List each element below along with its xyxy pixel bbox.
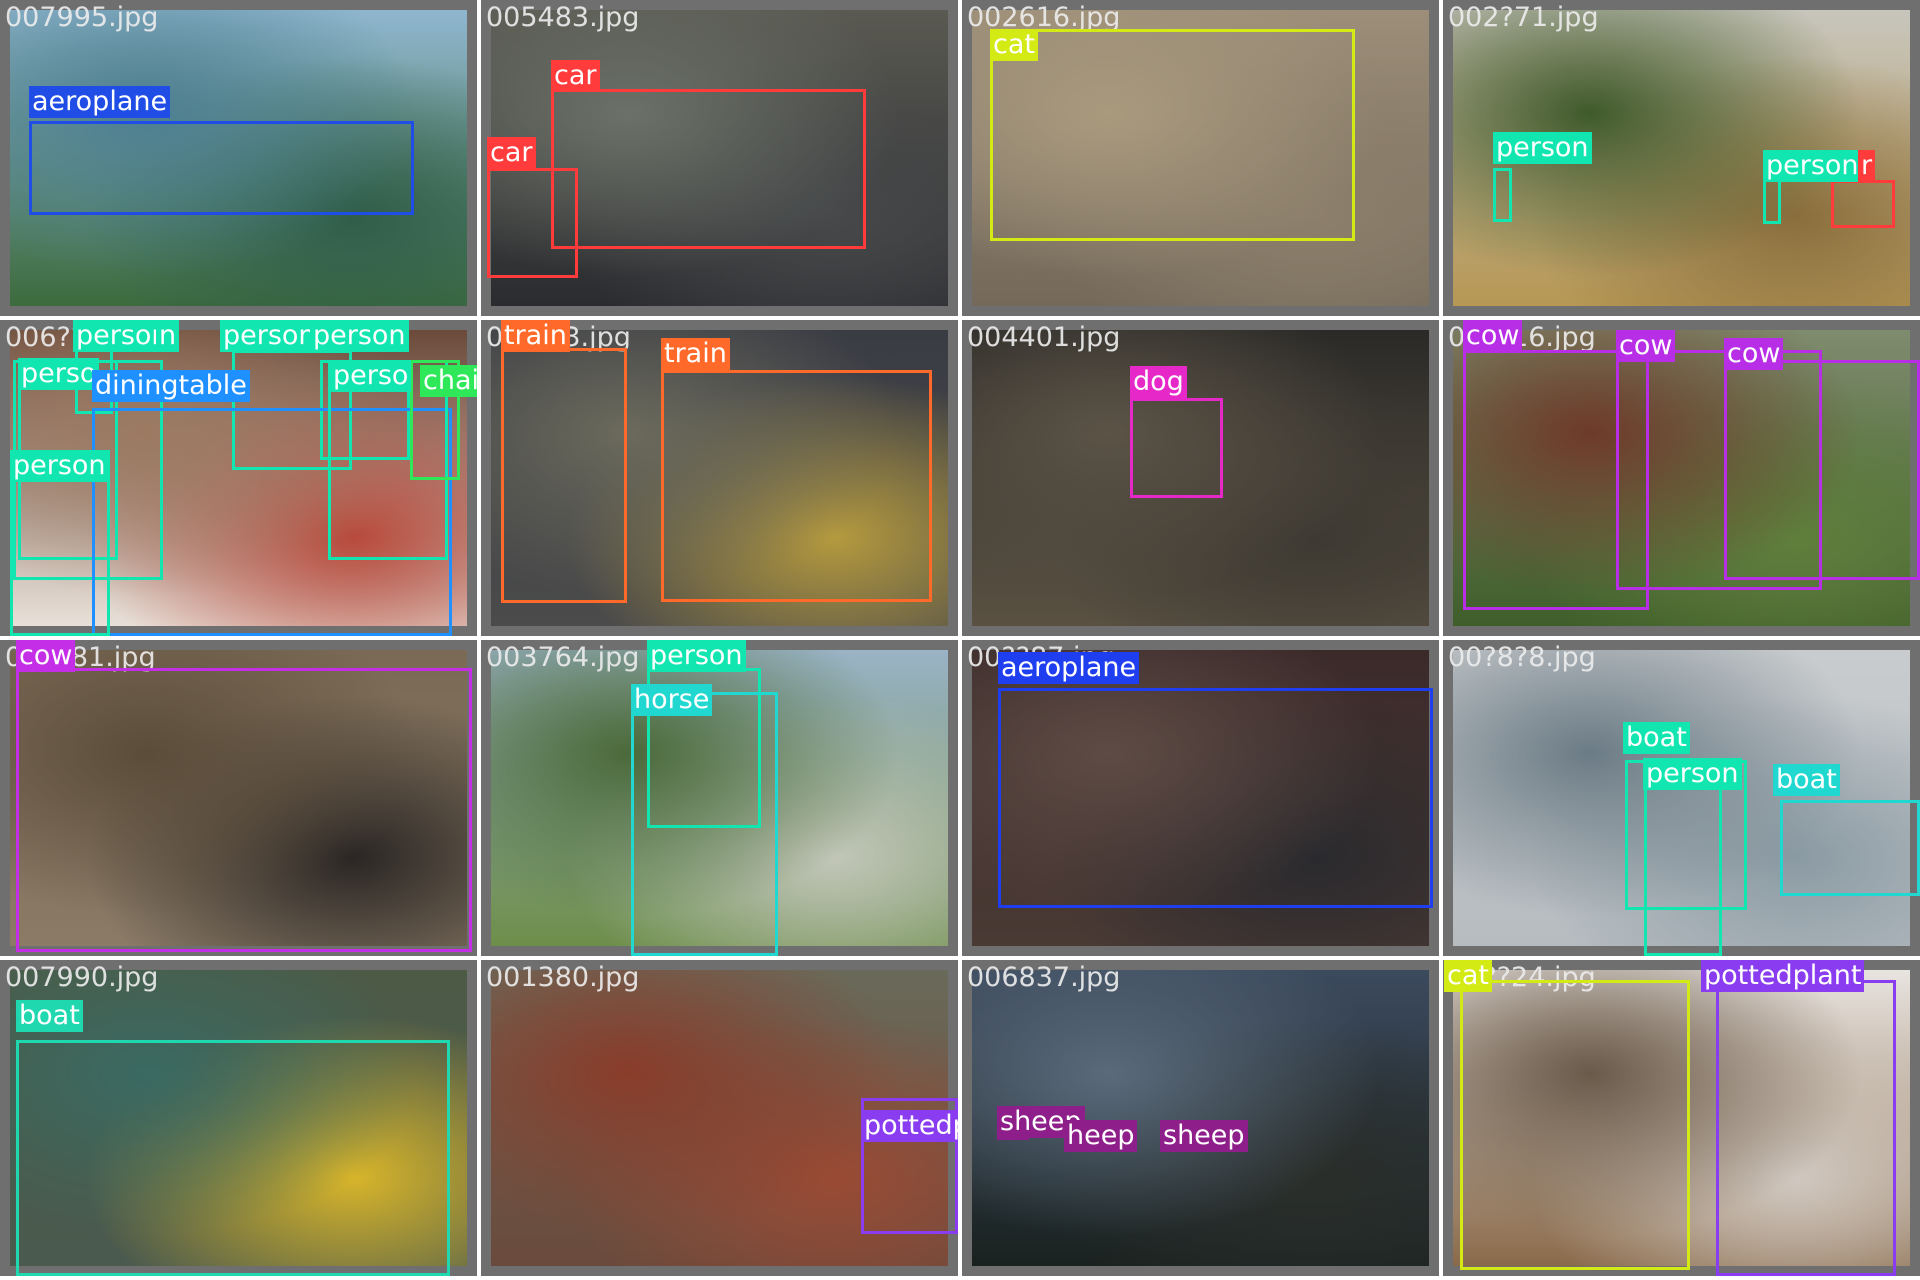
class-label: pottedplant bbox=[1701, 960, 1865, 992]
class-label: boat bbox=[1623, 722, 1690, 754]
image-tile: 002616.jpg cat bbox=[962, 0, 1439, 316]
image-tile: 007990.jpg boat bbox=[0, 960, 477, 1276]
image-tile: 002?71.jpg person person r bbox=[1443, 0, 1920, 316]
class-label: cow bbox=[1724, 338, 1784, 370]
bounding-box bbox=[29, 121, 414, 215]
class-label: n bbox=[156, 320, 180, 352]
class-label: cow bbox=[16, 640, 76, 672]
class-label: person bbox=[1763, 150, 1862, 182]
class-label: person bbox=[1643, 758, 1742, 790]
bounding-box bbox=[1763, 176, 1781, 224]
image-tile: 007995.jpg aeroplane bbox=[0, 0, 477, 316]
bounding-box bbox=[990, 29, 1355, 241]
image-filename: 007990.jpg bbox=[5, 962, 159, 993]
bounding-box bbox=[1644, 766, 1722, 956]
bounding-box bbox=[1831, 180, 1895, 228]
class-label: aeroplane bbox=[29, 86, 171, 118]
class-label: person bbox=[310, 320, 409, 352]
detection-mosaic: 007995.jpg aeroplane 005483.jpg car car 00261… bbox=[0, 0, 1920, 1280]
image-filename: 001380.jpg bbox=[486, 962, 640, 993]
class-label: car bbox=[551, 60, 600, 92]
class-label: cat bbox=[1444, 960, 1492, 992]
bounding-box bbox=[1493, 168, 1512, 222]
bounding-box bbox=[16, 1040, 450, 1276]
image-tile: 00??16.jpgcowcowcow bbox=[1443, 320, 1920, 636]
image-tile: 006???.jpgpersonnpersonpersonpersodining… bbox=[0, 320, 477, 636]
class-label: perso bbox=[18, 358, 100, 390]
class-label: sheep bbox=[1160, 1120, 1248, 1152]
image-tile: 00??24.jpg cat pottedplant bbox=[1443, 960, 1920, 1276]
bounding-box bbox=[1716, 980, 1896, 1276]
image-filename: 007995.jpg bbox=[5, 2, 159, 33]
bounding-box bbox=[16, 668, 472, 952]
class-label: dog bbox=[1130, 366, 1187, 398]
bounding-box bbox=[1130, 398, 1223, 498]
image-tile: 001380.jpg pottedplar bbox=[481, 960, 958, 1276]
image-tile: 00?8?8.jpg boat person boat bbox=[1443, 640, 1920, 956]
bounding-box bbox=[661, 370, 932, 602]
bounding-box bbox=[501, 348, 627, 603]
class-label: train bbox=[661, 338, 730, 370]
class-label: perso bbox=[330, 360, 412, 392]
class-label: pottedplar bbox=[861, 1110, 958, 1142]
image-tile: 00??87.jpgaeroplane bbox=[962, 640, 1439, 956]
class-label: car bbox=[487, 137, 536, 169]
image-tile: 005483.jpg car car bbox=[481, 0, 958, 316]
bounding-box bbox=[551, 89, 866, 249]
class-label: train bbox=[501, 320, 570, 352]
bounding-box bbox=[1724, 360, 1920, 580]
image-tile: 004401.jpg dog bbox=[962, 320, 1439, 636]
class-label: cat bbox=[990, 29, 1038, 61]
image-filename: 003764.jpg bbox=[486, 642, 640, 673]
bounding-box bbox=[487, 168, 578, 278]
class-label: cow bbox=[1616, 330, 1676, 362]
class-label: person bbox=[1493, 132, 1592, 164]
class-label: person bbox=[220, 320, 319, 352]
image-tile: 003764.jpg person horse bbox=[481, 640, 958, 956]
class-label: aeroplane bbox=[998, 652, 1140, 684]
bounding-box bbox=[1460, 980, 1690, 1270]
class-label: cow bbox=[1463, 320, 1523, 352]
class-label: diningtable bbox=[92, 370, 250, 402]
class-label: person bbox=[647, 640, 746, 672]
class-label: horse bbox=[631, 684, 713, 716]
class-label: heep bbox=[1064, 1120, 1138, 1152]
class-label: boat bbox=[16, 1000, 83, 1032]
image-tile: 00?181.jpg cow bbox=[0, 640, 477, 956]
class-label: r bbox=[1858, 150, 1876, 182]
image-filename: 006837.jpg bbox=[967, 962, 1121, 993]
image-tile: 0???63.jpgtraintrain bbox=[481, 320, 958, 636]
image-tile: 006837.jpg sheep heep sheep bbox=[962, 960, 1439, 1276]
image-filename: 002?71.jpg bbox=[1448, 2, 1599, 33]
class-label: chair bbox=[420, 365, 477, 397]
bounding-box bbox=[1780, 800, 1920, 896]
image-filename: 004401.jpg bbox=[967, 322, 1121, 353]
class-label: person bbox=[10, 450, 109, 482]
image-filename: 00?8?8.jpg bbox=[1448, 642, 1596, 673]
class-label: boat bbox=[1773, 764, 1840, 796]
image-filename: 005483.jpg bbox=[486, 2, 640, 33]
bounding-box bbox=[998, 688, 1433, 908]
bounding-box bbox=[631, 692, 778, 956]
